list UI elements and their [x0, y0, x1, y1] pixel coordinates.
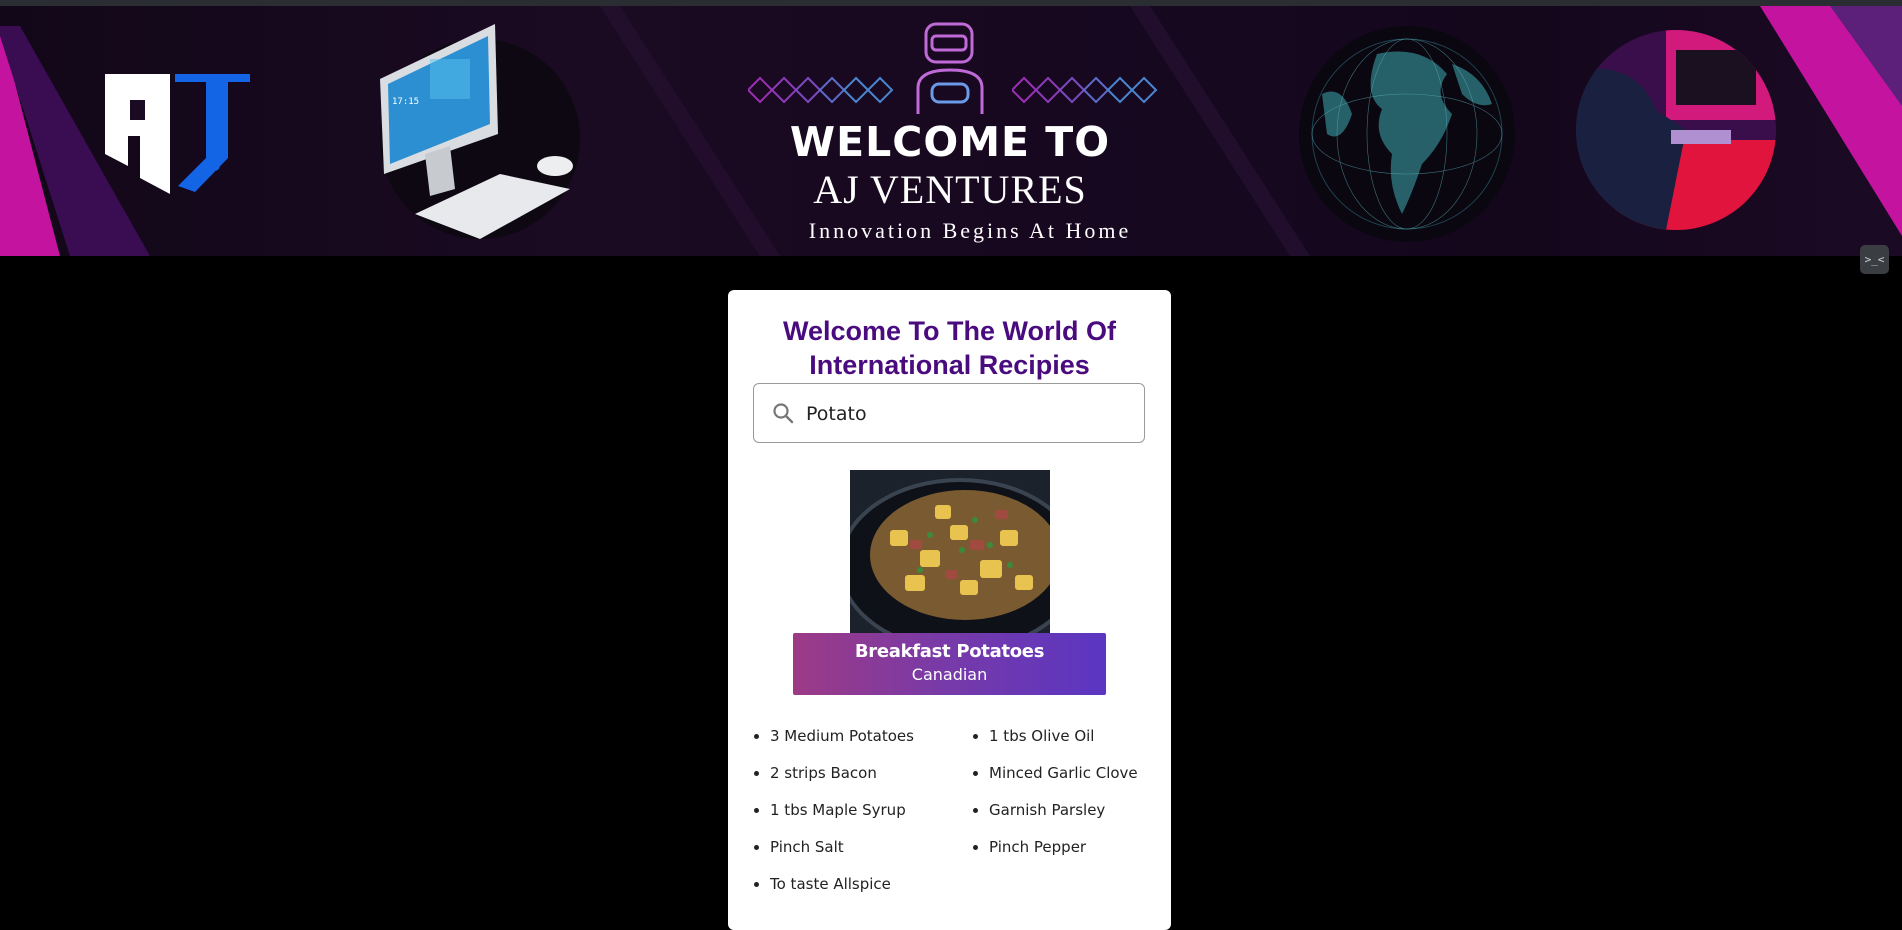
ingredient-item: To taste Allspice — [770, 866, 971, 903]
expand-toggle-button[interactable]: >_< — [1860, 245, 1889, 274]
gamer-photo — [1576, 30, 1776, 230]
banner-tagline: Innovation Begins At Home — [808, 218, 1132, 243]
recipe-name: Breakfast Potatoes — [854, 641, 1045, 662]
recipe-card: Welcome To The World Of International Re… — [728, 290, 1171, 930]
page-title: Welcome To The World Of International Re… — [728, 314, 1171, 382]
search-input[interactable] — [804, 396, 1128, 432]
ingredient-list: 3 Medium Potatoes 2 strips Bacon 1 tbs M… — [750, 718, 1190, 903]
ingredient-item: 3 Medium Potatoes — [770, 718, 971, 755]
recipe-image[interactable] — [850, 470, 1050, 633]
banner-headline: WELCOME TO — [789, 118, 1111, 166]
diamond-decoration-right — [1012, 76, 1158, 104]
banner-company-name: AJ VENTURES — [813, 167, 1087, 212]
ingredient-item: Minced Garlic Clove — [989, 755, 1190, 792]
ingredient-item: 1 tbs Olive Oil — [989, 718, 1190, 755]
ingredient-item: Pinch Salt — [770, 829, 971, 866]
ingredient-item: Pinch Pepper — [989, 829, 1190, 866]
recipe-cuisine: Canadian — [911, 665, 988, 684]
ingredient-item: 2 strips Bacon — [770, 755, 971, 792]
title-line-2: International Recipies — [809, 350, 1090, 380]
aj-logo — [105, 74, 250, 194]
computer-icon: 17:15 — [380, 24, 580, 239]
recipe-label[interactable]: Breakfast Potatoes Canadian — [793, 633, 1106, 695]
search-box[interactable] — [753, 383, 1145, 443]
vr-gamer-icon — [916, 22, 984, 114]
diamond-decoration-left — [748, 76, 894, 104]
ingredient-item: Garnish Parsley — [989, 792, 1190, 829]
search-icon — [773, 403, 794, 424]
title-line-1: Welcome To The World Of — [782, 316, 1117, 346]
breakfast-potatoes-photo — [850, 470, 1050, 633]
globe-icon — [1299, 26, 1515, 242]
svg-text:17:15: 17:15 — [392, 97, 419, 107]
ingredient-item: 1 tbs Maple Syrup — [770, 792, 971, 829]
hero-banner: 17:15 WELCOME TO AJ VENTURES Innovation … — [0, 6, 1902, 256]
